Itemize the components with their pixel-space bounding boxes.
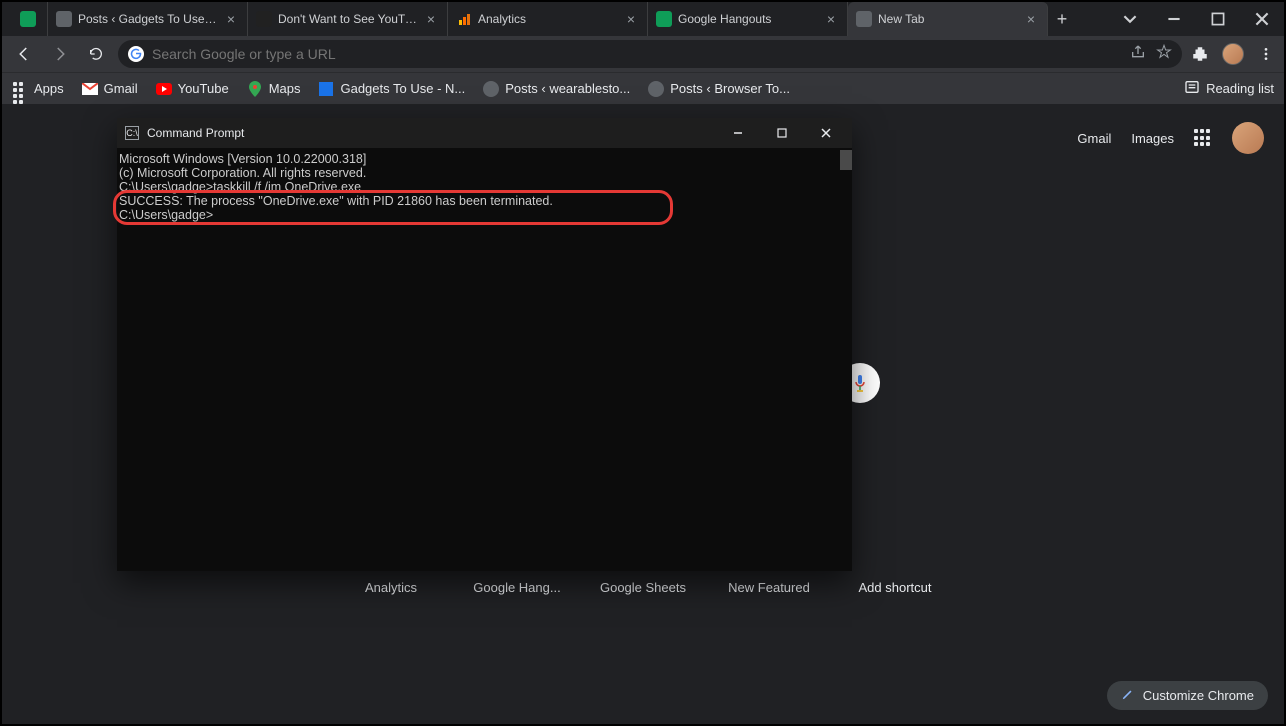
tab-label: Don't Want to See YouTube Ads (278, 12, 417, 26)
minimize-button[interactable] (1152, 2, 1196, 36)
google-apps-icon[interactable] (1194, 129, 1212, 147)
bookmark-maps[interactable]: Maps (247, 81, 301, 97)
page-content: Gmail Images Analytics Google Hang... Go… (2, 104, 1284, 724)
star-icon[interactable] (1156, 44, 1172, 65)
reading-list-label: Reading list (1206, 81, 1274, 96)
cmd-minimize-button[interactable] (720, 118, 756, 148)
bookmark-label: Gmail (104, 81, 138, 96)
reading-list-icon (1184, 79, 1200, 98)
youtube-icon (156, 81, 172, 97)
cmd-icon: C:\ (125, 126, 139, 140)
page-top-links: Gmail Images (1077, 122, 1264, 154)
shortcut-analytics[interactable]: Analytics (343, 580, 439, 595)
cmd-line: C:\Users\gadge>taskkill /f /im OneDrive.… (117, 180, 848, 194)
apps-icon (12, 81, 28, 97)
close-icon[interactable]: × (223, 11, 239, 27)
gtu-icon (318, 81, 334, 97)
bookmark-apps[interactable]: Apps (12, 81, 64, 97)
cmd-titlebar[interactable]: C:\ Command Prompt (117, 118, 852, 148)
back-button[interactable] (10, 40, 38, 68)
bookmark-label: Posts ‹ wearablesto... (505, 81, 630, 96)
hangouts-icon (656, 11, 672, 27)
bookmark-label: Apps (34, 81, 64, 96)
sheets-icon (20, 11, 36, 27)
analytics-icon (456, 11, 472, 27)
tab-label: Posts ‹ Gadgets To Use — WordP (78, 12, 217, 26)
youtube-studio-icon (256, 11, 272, 27)
shortcut-newfeatured[interactable]: New Featured (721, 580, 817, 595)
cmd-scrollbar[interactable] (840, 150, 852, 170)
url-bar[interactable] (118, 40, 1182, 68)
account-avatar[interactable] (1232, 122, 1264, 154)
forward-button[interactable] (46, 40, 74, 68)
cmd-body[interactable]: Microsoft Windows [Version 10.0.22000.31… (117, 148, 852, 571)
cmd-close-button[interactable] (808, 118, 844, 148)
command-prompt-window: C:\ Command Prompt Microsoft Windows [Ve… (117, 118, 852, 571)
chrome-icon (856, 11, 872, 27)
url-input[interactable] (152, 46, 1122, 62)
globe-icon (483, 81, 499, 97)
toolbar (2, 36, 1284, 72)
shortcut-hangouts[interactable]: Google Hang... (469, 580, 565, 595)
bookmark-gtu[interactable]: Gadgets To Use - N... (318, 81, 465, 97)
cmd-line: (c) Microsoft Corporation. All rights re… (117, 166, 848, 180)
tab-youtube-ads[interactable]: Don't Want to See YouTube Ads × (248, 2, 448, 36)
globe-icon (56, 11, 72, 27)
shortcut-sheets[interactable]: Google Sheets (595, 580, 691, 595)
customize-label: Customize Chrome (1143, 688, 1254, 703)
new-tab-button[interactable]: + (1048, 2, 1076, 36)
bookmark-label: Gadgets To Use - N... (340, 81, 465, 96)
reading-list-button[interactable]: Reading list (1184, 79, 1274, 98)
tab-hangouts[interactable]: Google Hangouts × (648, 2, 848, 36)
bookmark-gmail[interactable]: Gmail (82, 81, 138, 97)
cmd-maximize-button[interactable] (764, 118, 800, 148)
close-icon[interactable]: × (823, 11, 839, 27)
cmd-line: C:\Users\gadge> (117, 208, 848, 222)
bookmark-label: Posts ‹ Browser To... (670, 81, 790, 96)
tab-posts-gtu[interactable]: Posts ‹ Gadgets To Use — WordP × (48, 2, 248, 36)
bookmark-browser[interactable]: Posts ‹ Browser To... (648, 81, 790, 97)
bookmark-label: Maps (269, 81, 301, 96)
gmail-icon (82, 81, 98, 97)
menu-icon[interactable] (1256, 44, 1276, 64)
close-icon[interactable]: × (423, 11, 439, 27)
images-link[interactable]: Images (1131, 131, 1174, 146)
window-controls (1108, 2, 1284, 36)
pencil-icon (1121, 687, 1135, 704)
microphone-icon (853, 374, 867, 392)
bookmark-wearables[interactable]: Posts ‹ wearablesto... (483, 81, 630, 97)
profile-avatar[interactable] (1222, 43, 1244, 65)
bookmark-label: YouTube (178, 81, 229, 96)
gmail-link[interactable]: Gmail (1077, 131, 1111, 146)
tab-strip: Posts ‹ Gadgets To Use — WordP × Don't W… (2, 2, 1284, 36)
customize-chrome-button[interactable]: Customize Chrome (1107, 681, 1268, 710)
share-icon[interactable] (1130, 44, 1146, 65)
tab-label: Analytics (478, 12, 617, 26)
maximize-button[interactable] (1196, 2, 1240, 36)
tab-newtab[interactable]: New Tab × (848, 2, 1048, 36)
close-window-button[interactable] (1240, 2, 1284, 36)
bookmark-youtube[interactable]: YouTube (156, 81, 229, 97)
maps-icon (247, 81, 263, 97)
tab-sheets[interactable] (12, 2, 48, 36)
tab-analytics[interactable]: Analytics × (448, 2, 648, 36)
cmd-line: Microsoft Windows [Version 10.0.22000.31… (117, 152, 848, 166)
tab-label: Google Hangouts (678, 12, 817, 26)
shortcut-add[interactable]: Add shortcut (847, 580, 943, 595)
close-icon[interactable]: × (1023, 11, 1039, 27)
google-icon (128, 46, 144, 62)
globe-icon (648, 81, 664, 97)
bookmarks-bar: Apps Gmail YouTube Maps Gadgets To Use -… (2, 72, 1284, 104)
close-icon[interactable]: × (623, 11, 639, 27)
caret-down-icon[interactable] (1108, 2, 1152, 36)
tab-label: New Tab (878, 12, 1017, 26)
cmd-line: SUCCESS: The process "OneDrive.exe" with… (117, 194, 848, 208)
reload-button[interactable] (82, 40, 110, 68)
shortcut-row: Analytics Google Hang... Google Sheets N… (343, 580, 943, 595)
cmd-title-label: Command Prompt (147, 126, 244, 140)
extensions-icon[interactable] (1190, 44, 1210, 64)
